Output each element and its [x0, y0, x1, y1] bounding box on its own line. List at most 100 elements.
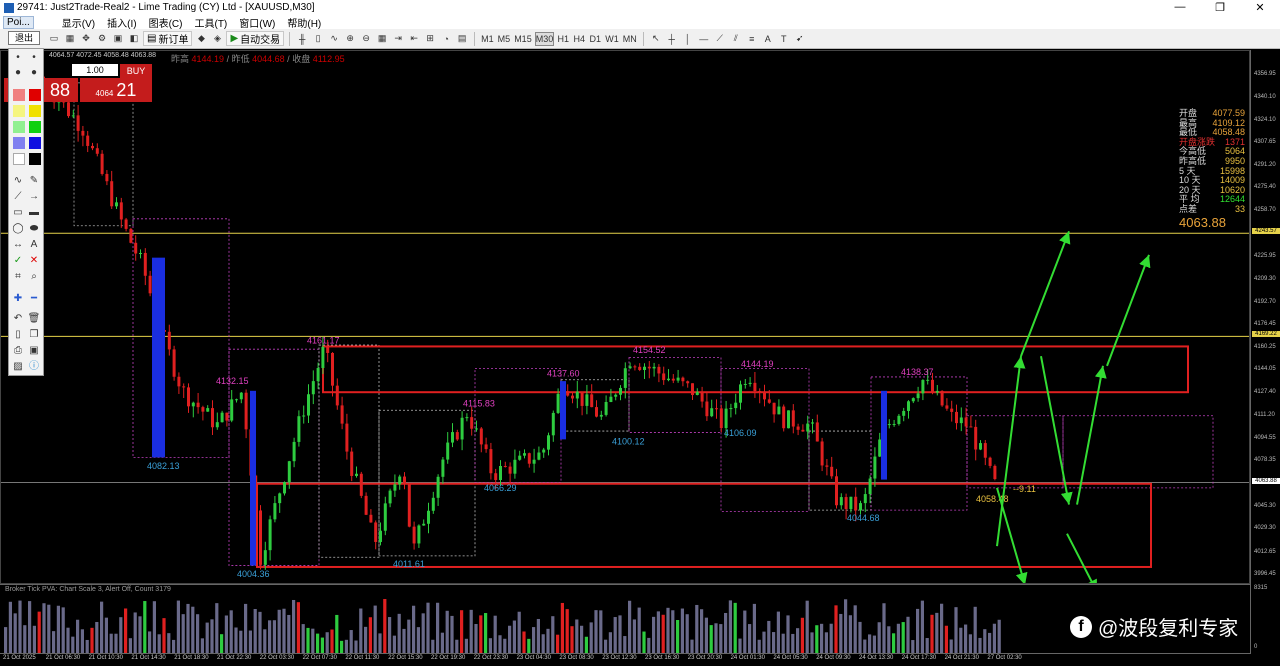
menu-window[interactable]: 窗口(W) [233, 15, 281, 30]
indicators-icon[interactable]: ⊞ [423, 32, 437, 46]
volume-bar [503, 638, 507, 653]
double-arrow-icon[interactable]: ↔ [11, 239, 25, 251]
line-icon[interactable]: ⟋ [11, 191, 25, 203]
exit-button[interactable]: 退出 [8, 31, 40, 45]
arrow-line-icon[interactable]: → [27, 191, 41, 203]
channel-icon[interactable]: ⫽ [729, 32, 743, 46]
menu-chart[interactable]: 图表(C) [143, 15, 189, 30]
chart-shift-icon[interactable]: ⇤ [407, 32, 421, 46]
ellipse-icon[interactable]: ◯ [11, 223, 25, 235]
restore-button[interactable]: ❐ [1200, 1, 1240, 14]
plus-icon[interactable]: ✚ [11, 293, 25, 305]
color-swatch[interactable] [29, 105, 41, 117]
filled-rectangle-icon[interactable]: ▬ [27, 207, 41, 219]
color-swatch[interactable] [13, 121, 25, 133]
tf-w1[interactable]: W1 [604, 32, 620, 46]
tf-m15[interactable]: M15 [513, 32, 533, 46]
arrows-icon[interactable]: ➹ [793, 32, 807, 46]
dot-medium-icon[interactable]: • [27, 52, 41, 64]
menu-view[interactable]: 显示(V) [56, 15, 101, 30]
dot-xlarge-icon[interactable]: ● [27, 67, 41, 79]
text-icon[interactable]: A [761, 32, 775, 46]
bar-chart-icon[interactable]: ╫ [295, 32, 309, 46]
print-icon[interactable]: ⎙ [11, 345, 25, 357]
candle-body-98 [513, 459, 517, 474]
tf-mn[interactable]: MN [622, 32, 638, 46]
zoom-in-icon[interactable]: ⊕ [343, 32, 357, 46]
lot-input[interactable]: 1.00 [72, 64, 118, 76]
tf-m5[interactable]: M5 [497, 32, 512, 46]
profiles-icon[interactable]: ▦ [63, 32, 77, 46]
minus-icon[interactable]: ━ [27, 293, 41, 305]
horizontal-line-icon[interactable]: — [697, 32, 711, 46]
color-swatch[interactable] [29, 153, 41, 165]
menu-help[interactable]: 帮助(H) [281, 15, 327, 30]
label-icon[interactable]: T [777, 32, 791, 46]
curve-icon[interactable]: ∿ [11, 175, 25, 187]
candle-chart-icon[interactable]: ▯ [311, 32, 325, 46]
magnifier-icon[interactable]: ⌕ [27, 271, 41, 283]
copy-icon[interactable]: ❐ [27, 329, 41, 341]
poi-tab[interactable]: Poi... [3, 15, 34, 29]
rectangle-icon[interactable]: ▭ [11, 207, 25, 219]
autoscroll-icon[interactable]: ⇥ [391, 32, 405, 46]
volume-axis: 8315 0 [1250, 584, 1280, 654]
info-icon[interactable]: ⓘ [27, 361, 41, 373]
check-icon[interactable]: ✓ [11, 255, 25, 267]
tester-icon[interactable]: ◧ [127, 32, 141, 46]
minimize-button[interactable]: — [1160, 1, 1200, 14]
undo-icon[interactable]: ↶ [11, 313, 25, 325]
zoom-out-icon[interactable]: ⊖ [359, 32, 373, 46]
fibo-icon[interactable]: ≡ [745, 32, 759, 46]
templates-icon[interactable]: ▤ [455, 32, 469, 46]
new-chart-icon[interactable]: ▭ [47, 32, 61, 46]
tile-icon[interactable]: ▦ [375, 32, 389, 46]
crosshair-tool-icon[interactable]: ┼ [665, 32, 679, 46]
color-swatch[interactable] [13, 89, 25, 101]
text-tool-icon[interactable]: A [27, 239, 41, 251]
tf-h4[interactable]: H4 [572, 32, 586, 46]
menu-insert[interactable]: 插入(I) [101, 15, 142, 30]
buy-price-box[interactable]: 4064 21 [80, 78, 152, 102]
cross-icon[interactable]: ✕ [27, 255, 41, 267]
dot-small-icon[interactable]: • [11, 52, 25, 64]
metaeditor-icon[interactable]: ◆ [194, 32, 208, 46]
save-icon[interactable]: ▣ [27, 345, 41, 357]
color-swatch[interactable] [29, 137, 41, 149]
volume-bar [781, 633, 785, 653]
crosshair-icon[interactable]: ✥ [79, 32, 93, 46]
color-swatch[interactable] [29, 89, 41, 101]
volume-bar [364, 626, 368, 653]
trendline-icon[interactable]: ⟋ [713, 32, 727, 46]
color-swatch[interactable] [13, 153, 25, 165]
buy-button[interactable]: BUY [120, 64, 152, 78]
color-swatch[interactable] [13, 105, 25, 117]
terminal-icon[interactable]: ▣ [111, 32, 125, 46]
color-swatch[interactable] [13, 137, 25, 149]
volume-bar [637, 607, 641, 653]
crop-icon[interactable]: ⌗ [11, 271, 25, 283]
line-chart-icon[interactable]: ∿ [327, 32, 341, 46]
close-button[interactable]: ✕ [1240, 1, 1280, 14]
periods-icon[interactable]: ◔ [439, 32, 453, 46]
menu-tools[interactable]: 工具(T) [188, 15, 233, 30]
trash-icon[interactable]: 🗑 [27, 313, 41, 325]
navigator-icon[interactable]: ⚙ [95, 32, 109, 46]
vertical-line-icon[interactable]: │ [681, 32, 695, 46]
color-swatch[interactable] [29, 121, 41, 133]
data-window-icon[interactable]: ◈ [210, 32, 224, 46]
price-annotation: 4066.29 [484, 483, 517, 493]
new-order-button[interactable]: ▤ 新订单 [143, 31, 193, 46]
cursor-icon[interactable]: ↖ [649, 32, 663, 46]
tf-h1[interactable]: H1 [556, 32, 570, 46]
tf-m30[interactable]: M30 [534, 31, 555, 46]
price-chart[interactable]: 4161.17 4132.15 4082.13 4004.36 4011.61 4115.… [0, 50, 1250, 584]
pencil-icon[interactable]: ✎ [27, 175, 41, 187]
dot-large-icon[interactable]: ● [11, 67, 25, 79]
screenshot-icon[interactable]: ▨ [11, 361, 25, 373]
auto-trade-button[interactable]: ▶ 自动交易 [226, 31, 285, 46]
new-file-icon[interactable]: ▯ [11, 329, 25, 341]
tf-d1[interactable]: D1 [588, 32, 602, 46]
tf-m1[interactable]: M1 [480, 32, 495, 46]
filled-ellipse-icon[interactable]: ⬬ [27, 223, 41, 235]
